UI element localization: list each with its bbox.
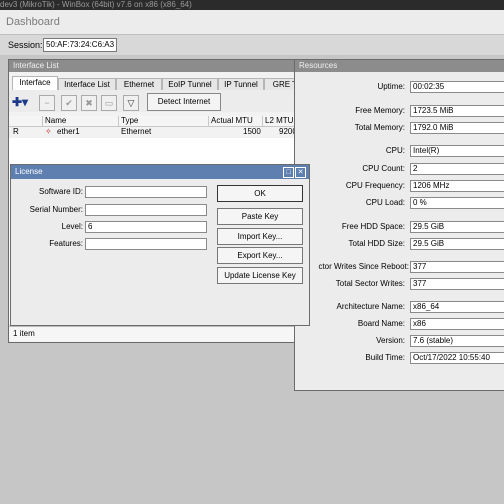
table-row[interactable]: R ✧ ether1 Ethernet 1500 9200 xyxy=(9,127,309,137)
license-field: Level: 6 xyxy=(11,221,211,233)
resource-label: CPU Count: xyxy=(362,164,405,173)
serial-number-field[interactable] xyxy=(85,204,207,216)
resource-label: Free Memory: xyxy=(355,106,405,115)
resource-value: 7.6 (stable) xyxy=(410,335,504,347)
add-icon[interactable]: ✚▾ xyxy=(12,95,28,109)
resource-value: Intel(R) xyxy=(410,145,504,157)
resource-row: Total HDD Size: 29.5 GiB xyxy=(295,238,504,250)
paste-key-button[interactable]: Paste Key xyxy=(217,208,303,225)
resource-label: Board Name: xyxy=(357,319,405,328)
resource-value: 29.5 GiB xyxy=(410,238,504,250)
ok-button[interactable]: OK xyxy=(217,185,303,202)
license-field: Features: xyxy=(11,238,211,250)
import-key-button[interactable]: Import Key... xyxy=(217,228,303,245)
level-field[interactable]: 6 xyxy=(85,221,207,233)
resource-row: Version: 7.6 (stable) xyxy=(295,335,504,347)
resource-label: Total Memory: xyxy=(354,123,405,132)
resources-window: Resources Uptime: 00:02:35 Free Memory: 17… xyxy=(294,59,504,391)
dashboard-bar: Dashboard xyxy=(0,10,504,35)
enable-icon[interactable]: ✔ xyxy=(61,95,77,111)
resource-row: Total Sector Writes: 377 xyxy=(295,278,504,290)
resources-title: Resources xyxy=(295,60,504,72)
license-field-label: Features: xyxy=(49,239,83,248)
resource-value: 377 xyxy=(410,261,504,273)
license-field-label: Serial Number: xyxy=(29,205,83,214)
resource-label: ctor Writes Since Reboot: xyxy=(318,262,409,271)
resource-row: Board Name: x86 xyxy=(295,318,504,330)
maximize-icon[interactable]: □ xyxy=(283,167,294,178)
session-label: Session: xyxy=(8,40,43,50)
license-field-label: Software ID: xyxy=(38,187,83,196)
dashboard-title: Dashboard xyxy=(6,16,60,28)
license-field: Serial Number: xyxy=(11,204,211,216)
resource-label: CPU: xyxy=(385,146,405,155)
window-title: dev3 (MikroTik) - WinBox (64bit) v7.6 on… xyxy=(0,0,192,9)
row-mtu: 1500 xyxy=(243,127,261,136)
window-title-bar: dev3 (MikroTik) - WinBox (64bit) v7.6 on… xyxy=(0,0,504,10)
session-bar: Session: 50:AF:73:24:C6:A3 xyxy=(0,35,504,55)
license-title: License xyxy=(11,165,309,179)
ethernet-icon: ✧ xyxy=(45,127,52,136)
row-type: Ethernet xyxy=(121,127,152,136)
export-key-button[interactable]: Export Key... xyxy=(217,247,303,264)
col-name[interactable]: Name xyxy=(43,116,119,126)
resource-value: 00:02:35 xyxy=(410,81,504,93)
resource-row: CPU Count: 2 xyxy=(295,163,504,175)
resource-value: 29.5 GiB xyxy=(410,221,504,233)
resource-row: CPU Frequency: 1206 MHz xyxy=(295,180,504,192)
col-type[interactable]: Type xyxy=(119,116,209,126)
session-input[interactable]: 50:AF:73:24:C6:A3 xyxy=(43,38,117,52)
resource-label: Total HDD Size: xyxy=(348,239,405,248)
resource-row: Free Memory: 1723.5 MiB xyxy=(295,105,504,117)
software-id-field[interactable] xyxy=(85,186,207,198)
resource-row: Total Memory: 1792.0 MiB xyxy=(295,122,504,134)
interface-toolbar: ✚▾ − ✔ ✖ ▭ ▽ Detect Internet xyxy=(9,90,309,112)
resource-row: CPU: Intel(R) xyxy=(295,145,504,157)
resource-label: Architecture Name: xyxy=(336,302,405,311)
detect-internet-button[interactable]: Detect Internet xyxy=(147,93,221,111)
resource-row: CPU Load: 0 % xyxy=(295,197,504,209)
remove-icon[interactable]: − xyxy=(39,95,55,111)
tab-interface[interactable]: Interface xyxy=(12,76,58,91)
interface-list-title: Interface List xyxy=(9,60,309,72)
resource-row: ctor Writes Since Reboot: 377 xyxy=(295,261,504,273)
resource-row: Uptime: 00:02:35 xyxy=(295,81,504,93)
resource-label: Version: xyxy=(376,336,405,345)
resource-value: 0 % xyxy=(410,197,504,209)
resource-value: 377 xyxy=(410,278,504,290)
license-field: Software ID: xyxy=(11,186,211,198)
resource-value: 1792.0 MiB xyxy=(410,122,504,134)
resource-label: CPU Frequency: xyxy=(345,181,405,190)
row-name: ether1 xyxy=(57,127,80,136)
resource-label: Build Time: xyxy=(365,353,405,362)
resource-row: Architecture Name: x86_64 xyxy=(295,301,504,313)
resource-label: Uptime: xyxy=(377,82,405,91)
resource-value: 1723.5 MiB xyxy=(410,105,504,117)
resource-value: Oct/17/2022 10:55:40 xyxy=(410,352,504,364)
resource-value: x86 xyxy=(410,318,504,330)
resource-row: Build Time: Oct/17/2022 10:55:40 xyxy=(295,352,504,364)
row-flag: R xyxy=(13,127,19,136)
license-field-label: Level: xyxy=(61,222,83,231)
status-bar: 1 item xyxy=(9,326,313,341)
license-window: License □ ✕ Software ID: Serial Number: … xyxy=(10,164,310,326)
col-flag xyxy=(9,116,43,126)
update-license-key-button[interactable]: Update License Key xyxy=(217,267,303,284)
comment-icon[interactable]: ▭ xyxy=(101,95,117,111)
interface-tabs: Interface Interface List Ethernet EoIP T… xyxy=(9,72,310,91)
resource-row: Free HDD Space: 29.5 GiB xyxy=(295,221,504,233)
resource-value: 1206 MHz xyxy=(410,180,504,192)
close-icon[interactable]: ✕ xyxy=(295,167,306,178)
table-header: Name Type Actual MTU L2 MTU xyxy=(9,116,309,127)
resource-label: Total Sector Writes: xyxy=(335,279,405,288)
disable-icon[interactable]: ✖ xyxy=(81,95,97,111)
resource-value: 2 xyxy=(410,163,504,175)
features-field[interactable] xyxy=(85,238,207,250)
filter-icon[interactable]: ▽ xyxy=(123,95,139,111)
col-actual-mtu[interactable]: Actual MTU xyxy=(209,116,263,126)
resource-label: CPU Load: xyxy=(365,198,405,207)
resource-label: Free HDD Space: xyxy=(341,222,405,231)
resource-value: x86_64 xyxy=(410,301,504,313)
